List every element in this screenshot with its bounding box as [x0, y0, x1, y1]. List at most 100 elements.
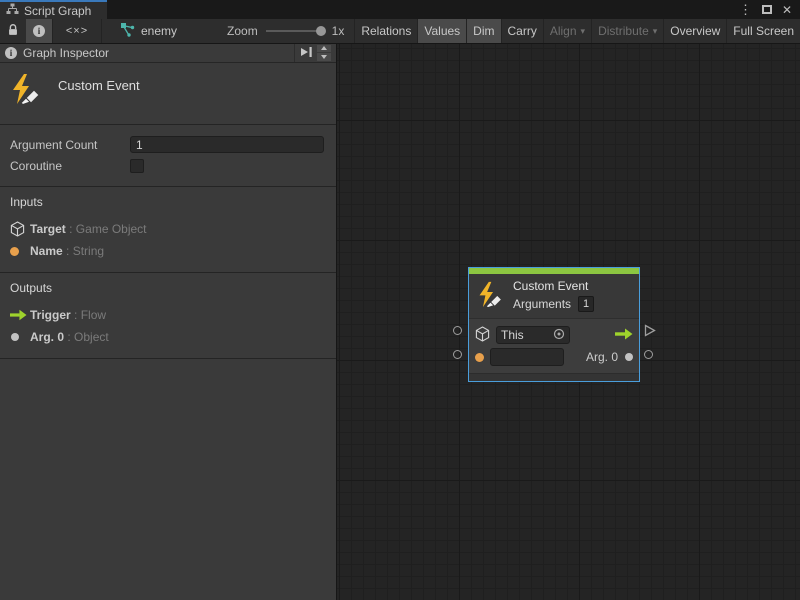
object-port-icon — [10, 333, 30, 341]
coroutine-checkbox[interactable] — [130, 159, 144, 173]
output-row-arg0: Arg. 0 : Object — [10, 326, 326, 348]
input-row-target: Target : Game Object — [10, 218, 326, 240]
divider — [294, 44, 295, 62]
trigger-flow-port[interactable] — [615, 328, 633, 343]
code-icon: <×> — [66, 25, 88, 37]
distribute-label: Distribute — [598, 24, 649, 38]
chevron-down-icon: ▾ — [653, 26, 658, 37]
target-object-field[interactable]: This — [496, 326, 570, 344]
dim-button[interactable]: Dim — [466, 19, 500, 43]
port-name: Trigger — [30, 308, 71, 322]
node-footer — [469, 373, 639, 381]
port-type: : String — [66, 244, 104, 258]
zoom-slider[interactable] — [266, 30, 324, 32]
port-name: Target — [30, 222, 66, 236]
overview-button[interactable]: Overview — [663, 19, 726, 43]
outputs-title: Outputs — [10, 281, 326, 295]
inputs-section: Inputs Target : Game Object Name : Strin… — [0, 187, 336, 273]
argument-count-input[interactable] — [130, 136, 324, 153]
relations-button[interactable]: Relations — [354, 19, 417, 43]
outputs-section: Outputs Trigger : Flow Arg. 0 : Object — [0, 273, 336, 359]
game-object-cube-icon — [10, 221, 30, 237]
unit-title: Custom Event — [58, 78, 140, 93]
coroutine-label: Coroutine — [10, 159, 130, 173]
arguments-label: Arguments — [513, 297, 571, 311]
port-type: : Object — [67, 330, 108, 344]
node-output-connector[interactable] — [644, 350, 653, 359]
event-name-input[interactable] — [490, 348, 564, 366]
graph-hierarchy-icon — [6, 3, 19, 18]
string-port[interactable] — [475, 353, 484, 362]
dock-panel-icon[interactable] — [299, 46, 313, 61]
inspector-title: Graph Inspector — [23, 46, 109, 60]
target-port-row: This — [475, 325, 633, 345]
zoom-control: Zoom 1x — [187, 19, 354, 43]
node-header: Custom Event Arguments 1 — [469, 274, 639, 318]
inspector-toggle-button[interactable]: i — [26, 19, 52, 43]
unit-header: Custom Event — [0, 63, 336, 125]
arguments-row: Arguments 1 — [513, 296, 594, 312]
game-object-cube-icon — [475, 326, 490, 345]
info-icon: i — [33, 25, 45, 37]
inspector-header-controls — [294, 44, 331, 62]
port-name: Name — [30, 244, 63, 258]
target-value: This — [501, 328, 524, 342]
chevron-down-icon: ▾ — [581, 26, 586, 37]
tab-script-graph[interactable]: Script Graph — [0, 0, 107, 19]
name-port-row: Arg. 0 — [475, 347, 633, 367]
graph-toolbar: i <×> enemy Zoom 1x Relations Values Dim… — [0, 19, 800, 44]
values-button[interactable]: Values — [417, 19, 466, 43]
node-body: This — [469, 318, 639, 373]
triangle-down-icon — [321, 55, 327, 59]
lock-button[interactable] — [0, 19, 26, 43]
window-controls: ⋮ ✕ — [739, 0, 800, 19]
zoom-value: 1x — [332, 24, 345, 38]
argument-count-label: Argument Count — [10, 138, 130, 152]
spinner-down-button[interactable] — [317, 53, 331, 61]
output-row-trigger: Trigger : Flow — [10, 304, 326, 326]
graph-breadcrumb[interactable]: enemy — [102, 19, 187, 43]
code-view-button[interactable]: <×> — [53, 19, 101, 43]
flow-arrow-icon — [10, 309, 30, 321]
close-icon[interactable]: ✕ — [782, 4, 792, 16]
zoom-label: Zoom — [227, 24, 258, 38]
window-menu-icon[interactable]: ⋮ — [739, 3, 752, 16]
distribute-dropdown[interactable]: Distribute ▾ — [591, 19, 663, 43]
node-header-text: Custom Event Arguments 1 — [513, 279, 594, 312]
carry-button[interactable]: Carry — [501, 19, 543, 43]
window-tab-bar: Script Graph ⋮ ✕ — [0, 0, 800, 19]
inspector-empty-space — [0, 359, 336, 600]
lock-icon — [6, 23, 20, 40]
custom-event-icon — [10, 73, 42, 108]
main-area: i Graph Inspector — [0, 44, 800, 600]
object-picker-icon[interactable] — [553, 328, 565, 343]
string-port-icon — [10, 247, 30, 256]
inspector-header: i Graph Inspector — [0, 44, 336, 63]
graph-canvas[interactable]: Custom Event Arguments 1 — [337, 44, 800, 600]
graph-asset-icon — [120, 22, 135, 40]
unit-settings: Argument Count Coroutine — [0, 125, 336, 187]
triangle-up-icon — [321, 46, 327, 50]
custom-event-node[interactable]: Custom Event Arguments 1 — [468, 267, 640, 382]
arg0-output-port[interactable] — [625, 353, 633, 361]
arguments-count-badge: 1 — [578, 296, 594, 312]
node-input-connector[interactable] — [453, 350, 462, 359]
tab-title: Script Graph — [24, 4, 91, 18]
maximize-icon[interactable] — [762, 5, 772, 14]
port-name: Arg. 0 — [30, 330, 64, 344]
node-input-connector[interactable] — [453, 326, 462, 335]
align-dropdown[interactable]: Align ▾ — [543, 19, 591, 43]
arg0-label: Arg. 0 — [586, 350, 618, 364]
input-row-name: Name : String — [10, 240, 326, 262]
panel-spinner — [317, 45, 331, 62]
spinner-up-button[interactable] — [317, 45, 331, 53]
custom-event-icon — [477, 281, 504, 311]
zoom-slider-handle[interactable] — [316, 26, 326, 36]
node-output-flow-connector[interactable] — [644, 324, 656, 337]
fullscreen-button[interactable]: Full Screen — [726, 19, 800, 43]
node-title: Custom Event — [513, 279, 594, 293]
port-type: : Game Object — [69, 222, 146, 236]
graph-name-label: enemy — [141, 24, 177, 38]
info-icon: i — [5, 47, 17, 59]
coroutine-row: Coroutine — [10, 155, 324, 176]
